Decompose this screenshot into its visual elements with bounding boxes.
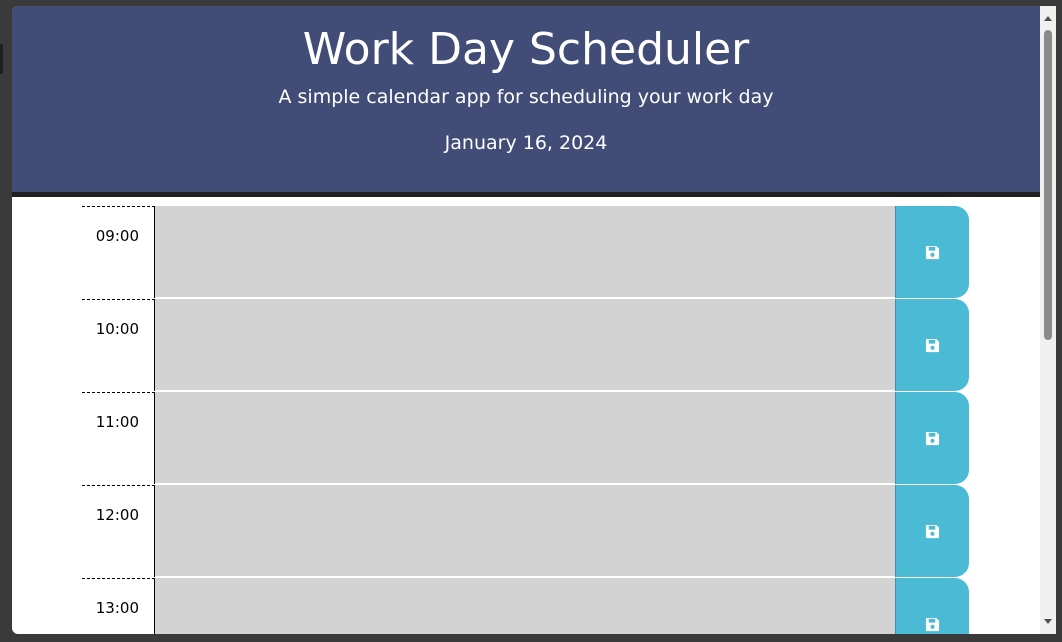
floppy-disk-icon bbox=[925, 524, 940, 539]
window-edge-handle bbox=[0, 44, 3, 74]
save-button[interactable] bbox=[895, 485, 969, 577]
scrollbar-thumb[interactable] bbox=[1044, 30, 1052, 340]
floppy-disk-icon bbox=[925, 431, 940, 446]
floppy-disk-icon bbox=[925, 245, 940, 260]
vertical-scrollbar[interactable] bbox=[1040, 6, 1056, 634]
event-description-input[interactable] bbox=[155, 485, 895, 577]
save-button[interactable] bbox=[895, 299, 969, 391]
schedule-container: 09:00 10:00 11:00 12:00 13:00 bbox=[82, 206, 972, 634]
save-button[interactable] bbox=[895, 206, 969, 298]
hour-label: 09:00 bbox=[82, 206, 155, 298]
header: Work Day Scheduler A simple calendar app… bbox=[12, 6, 1040, 197]
scroll-down-arrow-icon[interactable] bbox=[1040, 614, 1056, 630]
time-block: 11:00 bbox=[82, 392, 972, 485]
page-subtitle: A simple calendar app for scheduling you… bbox=[278, 86, 774, 108]
floppy-disk-icon bbox=[925, 338, 940, 353]
save-button[interactable] bbox=[895, 578, 969, 634]
event-description-input[interactable] bbox=[155, 299, 895, 391]
time-block: 10:00 bbox=[82, 299, 972, 392]
event-description-input[interactable] bbox=[155, 206, 895, 298]
time-block: 12:00 bbox=[82, 485, 972, 578]
scroll-up-arrow-icon[interactable] bbox=[1040, 10, 1056, 26]
save-button[interactable] bbox=[895, 392, 969, 484]
floppy-disk-icon bbox=[925, 617, 940, 632]
page-title: Work Day Scheduler bbox=[302, 24, 750, 75]
event-description-input[interactable] bbox=[155, 578, 895, 634]
time-block: 13:00 bbox=[82, 578, 972, 634]
hour-label: 12:00 bbox=[82, 485, 155, 577]
window-edge bbox=[1056, 0, 1062, 642]
time-block: 09:00 bbox=[82, 206, 972, 299]
browser-viewport: Work Day Scheduler A simple calendar app… bbox=[12, 6, 1040, 634]
hour-label: 11:00 bbox=[82, 392, 155, 484]
event-description-input[interactable] bbox=[155, 392, 895, 484]
hour-label: 13:00 bbox=[82, 578, 155, 634]
current-date: January 16, 2024 bbox=[444, 132, 608, 154]
hour-label: 10:00 bbox=[82, 299, 155, 391]
